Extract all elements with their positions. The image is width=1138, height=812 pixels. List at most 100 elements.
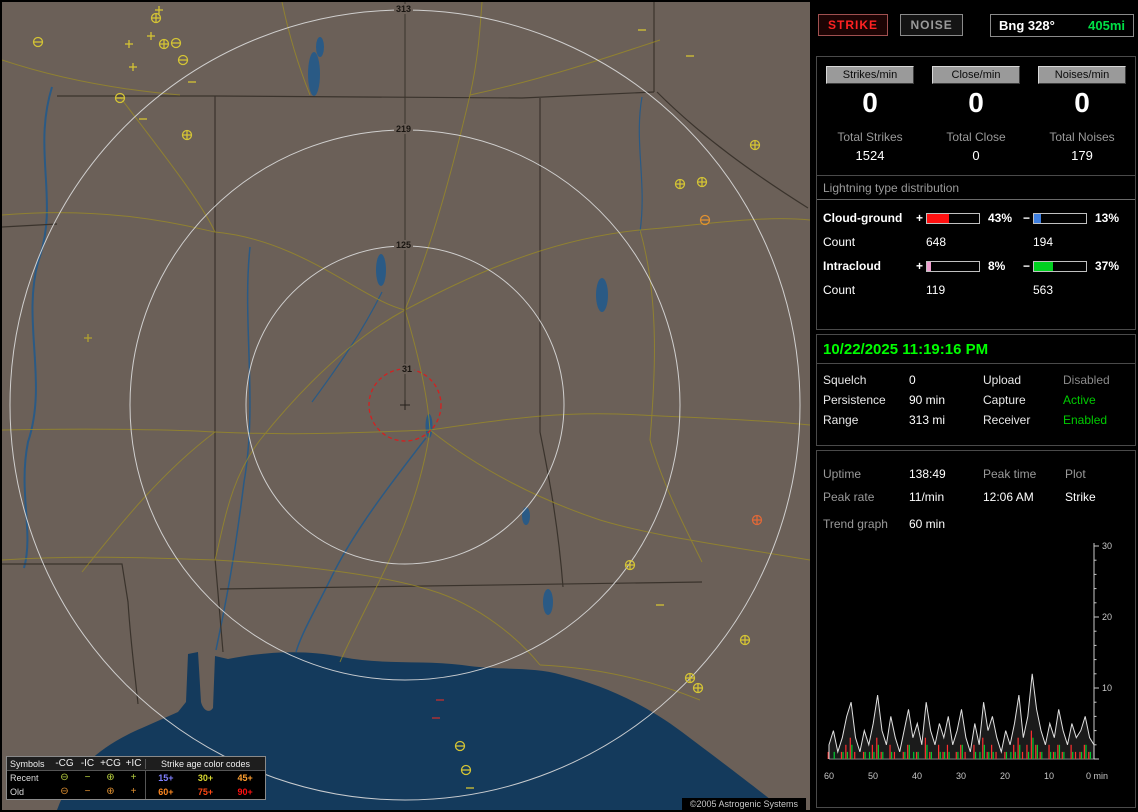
total-close-label: Total Close xyxy=(946,130,1006,144)
trend-graph: 10 20 30 60 50 40 30 20 10 0 min xyxy=(824,541,1112,781)
cloud-ground-label: Cloud-ground xyxy=(823,211,903,225)
ic-positive-bar xyxy=(926,260,980,272)
cg-negative-count: 194 xyxy=(1033,235,1054,249)
strike-symbol-cgp xyxy=(751,514,763,526)
trend-graph-value: 60 min xyxy=(909,517,946,531)
plus-sign: + xyxy=(915,259,923,273)
peak-rate-value: 11/min xyxy=(909,490,945,504)
ic-negative-pct: 37% xyxy=(1095,259,1120,273)
bearing-readout: Bng 328° 405mi xyxy=(990,14,1134,37)
svg-text:60: 60 xyxy=(824,771,834,781)
strikes-per-min-value: 0 xyxy=(862,87,878,118)
range-value: 313 mi xyxy=(909,413,946,427)
svg-text:40: 40 xyxy=(912,771,922,781)
minus-sign: − xyxy=(1022,211,1030,225)
legend-symbols-title: Symbols xyxy=(10,758,45,769)
persistence-label: Persistence xyxy=(823,393,886,407)
ic-pos-icon: + xyxy=(130,786,137,797)
range-label: Range xyxy=(823,413,859,427)
strikes-per-min-button[interactable]: Strikes/min xyxy=(826,66,914,84)
lightning-detector-app: { "app": { "copyright": "©2005 Astrogeni… xyxy=(0,0,1138,812)
plot-label: Plot xyxy=(1065,467,1086,481)
age-75: 75+ xyxy=(197,787,214,797)
indicator-bar: STRIKE NOISE Bng 328° 405mi xyxy=(818,14,1134,38)
age-90: 90+ xyxy=(237,787,253,797)
svg-text:20: 20 xyxy=(1000,771,1010,781)
ic-negative-count: 563 xyxy=(1033,283,1054,297)
bearing-value: Bng 328° xyxy=(999,18,1055,33)
map-view[interactable]: 313 219 125 31 Symbols -CG -IC +CG +IC S… xyxy=(2,2,810,810)
map-legend: Symbols -CG -IC +CG +IC Strike age color… xyxy=(6,756,266,800)
legend-age-title: Strike age color codes xyxy=(145,758,265,769)
age-30: 30+ xyxy=(197,773,214,783)
cg-neg-icon: ⊖ xyxy=(60,772,69,783)
close-per-min-value: 0 xyxy=(968,87,984,118)
right-panel: STRIKE NOISE Bng 328° 405mi Strikes/min … xyxy=(816,2,1136,810)
upload-status: Disabled xyxy=(1063,373,1110,387)
svg-text:10: 10 xyxy=(1102,683,1112,693)
legend-col-ic-neg: -IC xyxy=(80,757,95,769)
peak-time-label: Peak time xyxy=(983,467,1037,481)
plot-value: Strike xyxy=(1065,490,1096,504)
info-panel: Uptime 138:49 Peak time Plot Peak rate 1… xyxy=(816,450,1136,808)
peak-time-value: 12:06 AM xyxy=(983,490,1034,504)
strike-symbol-cgp xyxy=(696,176,708,188)
legend-recent-label: Recent xyxy=(10,773,39,783)
age-60: 60+ xyxy=(158,787,174,797)
intracloud-label: Intracloud xyxy=(823,259,882,273)
strike-symbol-cgp xyxy=(150,12,162,24)
cg-neg-icon: ⊖ xyxy=(60,786,69,797)
svg-text:10: 10 xyxy=(1044,771,1054,781)
distribution-title: Lightning type distribution xyxy=(817,176,1135,200)
strike-symbol-cgp xyxy=(692,682,704,694)
peak-rate-label: Peak rate xyxy=(823,490,875,504)
legend-col-ic-pos: +IC xyxy=(125,757,142,769)
svg-text:0 min: 0 min xyxy=(1086,771,1108,781)
plus-sign: + xyxy=(915,211,923,225)
strike-symbol-cgp xyxy=(739,634,751,646)
legend-col-cg-neg: -CG xyxy=(55,757,74,769)
minus-sign: − xyxy=(1022,259,1030,273)
noises-per-min-value: 0 xyxy=(1074,87,1090,118)
strike-symbol-cgp xyxy=(624,559,636,571)
close-per-min-button[interactable]: Close/min xyxy=(932,66,1020,84)
svg-text:30: 30 xyxy=(956,771,966,781)
cg-positive-count: 648 xyxy=(926,235,947,249)
total-noises-label: Total Noises xyxy=(1049,130,1115,144)
total-strikes-label: Total Strikes xyxy=(837,130,903,144)
total-strikes-value: 1524 xyxy=(855,148,885,163)
strike-indicator-button[interactable]: STRIKE xyxy=(818,14,889,36)
svg-text:50: 50 xyxy=(868,771,878,781)
cg-positive-pct: 43% xyxy=(988,211,1013,225)
strike-symbol-cgp xyxy=(684,672,696,684)
squelch-value: 0 xyxy=(909,373,916,387)
noises-per-min-button[interactable]: Noises/min xyxy=(1038,66,1126,84)
receiver-label: Receiver xyxy=(983,413,1031,427)
strike-symbol-cgp xyxy=(749,139,761,151)
count-label: Count xyxy=(823,283,856,297)
lightning-distribution-section: Lightning type distribution Cloud-ground… xyxy=(817,175,1135,302)
ic-neg-icon: − xyxy=(84,772,91,783)
svg-text:30: 30 xyxy=(1102,541,1112,551)
uptime-value: 138:49 xyxy=(909,467,946,481)
persistence-value: 90 min xyxy=(909,393,946,407)
upload-label: Upload xyxy=(983,373,1022,387)
cg-positive-bar xyxy=(926,212,980,224)
legend-col-cg-pos: +CG xyxy=(100,757,121,769)
copyright-text: ©2005 Astrogenic Systems xyxy=(681,798,806,810)
ic-positive-count: 119 xyxy=(926,283,946,297)
count-label: Count xyxy=(823,235,856,249)
ic-pos-icon: + xyxy=(130,772,137,783)
noise-indicator-button[interactable]: NOISE xyxy=(900,14,963,36)
total-close-value: 0 xyxy=(972,148,980,163)
ic-negative-bar xyxy=(1033,260,1087,272)
svg-text:20: 20 xyxy=(1102,612,1112,622)
age-45: 45+ xyxy=(237,773,253,783)
ic-positive-pct: 8% xyxy=(988,259,1006,273)
ring-label-125: 125 xyxy=(394,240,414,250)
strike-symbol-cgp xyxy=(158,38,170,50)
trend-graph-label: Trend graph xyxy=(823,517,888,531)
cg-pos-icon: ⊕ xyxy=(106,772,115,783)
ring-label-313: 313 xyxy=(394,4,414,14)
total-noises-value: 179 xyxy=(1071,148,1093,163)
